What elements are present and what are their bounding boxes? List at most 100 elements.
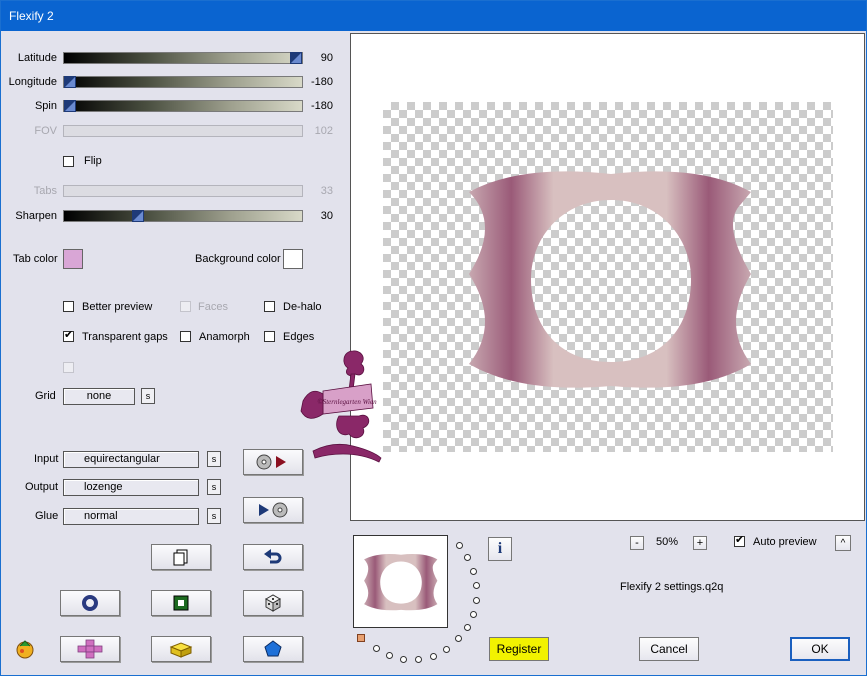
edges-label: Edges: [283, 331, 315, 343]
edges-checkbox[interactable]: [264, 331, 275, 342]
flip-label: Flip: [84, 155, 102, 167]
preset-dot[interactable]: [455, 635, 462, 642]
background-color-swatch[interactable]: [283, 249, 303, 269]
info-button[interactable]: i: [488, 537, 512, 561]
ok-button[interactable]: OK: [790, 637, 850, 661]
collapse-button[interactable]: ^: [835, 535, 851, 551]
tabs-slider[interactable]: [63, 185, 303, 197]
cross-icon: [77, 639, 103, 659]
plugin-logo: [13, 637, 37, 664]
spin-label: Spin: [34, 100, 57, 112]
preset-dot[interactable]: [473, 582, 480, 589]
auto-preview-checkbox[interactable]: ✔: [734, 534, 745, 547]
zoom-in-button[interactable]: +: [693, 536, 707, 550]
longitude-slider[interactable]: [63, 76, 303, 88]
better-preview-checkbox[interactable]: [63, 301, 74, 312]
cross-button[interactable]: [60, 636, 120, 662]
flexify-dialog: Flexify 2 Latitude 90 Longitude -180 Spin -18…: [0, 0, 867, 676]
preset-dot[interactable]: [464, 554, 471, 561]
faces-label: Faces: [198, 301, 228, 313]
glue-label: Glue: [35, 510, 59, 522]
preset-dot[interactable]: [456, 542, 463, 549]
play-disc-icon: [259, 502, 288, 518]
preset-dot[interactable]: [443, 646, 450, 653]
slider-thumb-icon[interactable]: [64, 100, 76, 112]
faces-checkbox[interactable]: [180, 301, 191, 312]
transparent-gaps-label: Transparent gaps: [82, 331, 168, 343]
latitude-slider[interactable]: [63, 52, 303, 64]
square-frame-icon: [173, 595, 189, 611]
de-halo-checkbox[interactable]: [264, 301, 275, 312]
fov-label: FOV: [34, 125, 57, 137]
copy-button[interactable]: [151, 544, 211, 570]
slider-thumb-icon[interactable]: [64, 76, 76, 88]
input-select[interactable]: equirectangular: [63, 451, 199, 468]
longitude-label: Longitude: [8, 76, 57, 88]
tabs-value: 33: [320, 185, 333, 197]
de-halo-label: De-halo: [283, 301, 322, 313]
transparent-gaps-checkbox[interactable]: ✔: [63, 329, 74, 342]
disc-play-icon: [256, 454, 286, 470]
watermark-text: ©Sternlegarten Wien: [317, 398, 377, 406]
slider-thumb-icon[interactable]: [131, 210, 144, 222]
grid-label: Grid: [35, 390, 56, 402]
preset-dot[interactable]: [470, 611, 477, 618]
pentagon-icon: [264, 640, 282, 657]
preset-dot[interactable]: [386, 652, 393, 659]
input-s-button[interactable]: s: [207, 451, 221, 467]
grid-select[interactable]: none: [63, 388, 135, 405]
fov-slider[interactable]: [63, 125, 303, 137]
fov-value: 102: [314, 125, 333, 137]
tab-color-label: Tab color: [13, 253, 58, 265]
fruit-logo-icon: [16, 640, 34, 659]
output-s-button[interactable]: s: [207, 479, 221, 495]
register-button[interactable]: Register: [489, 637, 549, 661]
input-label: Input: [34, 453, 59, 465]
check-mark-icon: ✔: [64, 329, 74, 341]
brick-button[interactable]: [151, 636, 211, 662]
preset-dot[interactable]: [470, 568, 477, 575]
preset-dot[interactable]: [473, 597, 480, 604]
random-button[interactable]: [243, 590, 303, 616]
preview-pane[interactable]: [350, 33, 865, 521]
settings-filename: Flexify 2 settings.q2q: [620, 581, 724, 593]
unlabeled-disabled-checkbox[interactable]: [63, 362, 74, 373]
tabs-label: Tabs: [33, 185, 57, 197]
spin-slider[interactable]: [63, 100, 303, 112]
preset-dot[interactable]: [464, 624, 471, 631]
watermark-stamp: ©Sternlegarten Wien: [300, 350, 382, 463]
anamorph-label: Anamorph: [199, 331, 250, 343]
save-preset-button[interactable]: [243, 497, 303, 523]
pentagon-button[interactable]: [243, 636, 303, 662]
flip-checkbox[interactable]: [63, 156, 74, 167]
cancel-button[interactable]: Cancel: [639, 637, 699, 661]
sharpen-value: 30: [320, 210, 333, 222]
preset-dot[interactable]: [430, 653, 437, 660]
preset-dot[interactable]: [400, 656, 407, 663]
sharpen-slider[interactable]: [63, 210, 303, 222]
info-icon: i: [497, 540, 503, 557]
zoom-out-button[interactable]: -: [630, 536, 644, 550]
thumbnail-navigator[interactable]: [353, 535, 448, 628]
longitude-value: -180: [310, 76, 333, 88]
undo-button[interactable]: [243, 544, 303, 570]
output-label: Output: [25, 481, 59, 493]
frame-button[interactable]: [151, 590, 211, 616]
preset-dot[interactable]: [415, 656, 422, 663]
preset-dot[interactable]: [373, 645, 380, 652]
grid-s-button[interactable]: s: [141, 388, 155, 404]
ring-icon: [82, 595, 98, 611]
glue-select[interactable]: normal: [63, 508, 199, 525]
better-preview-label: Better preview: [82, 301, 153, 313]
tab-color-swatch[interactable]: [63, 249, 83, 269]
orange-marker[interactable]: [357, 634, 365, 642]
sharpen-label: Sharpen: [15, 210, 57, 222]
output-select[interactable]: lozenge: [63, 479, 199, 496]
auto-preview-label: Auto preview: [753, 536, 817, 548]
glue-s-button[interactable]: s: [207, 508, 221, 524]
ring-button[interactable]: [60, 590, 120, 616]
lozenge-preview-image: [469, 171, 751, 388]
latitude-value: 90: [320, 52, 333, 64]
anamorph-checkbox[interactable]: [180, 331, 191, 342]
spin-value: -180: [310, 100, 333, 112]
